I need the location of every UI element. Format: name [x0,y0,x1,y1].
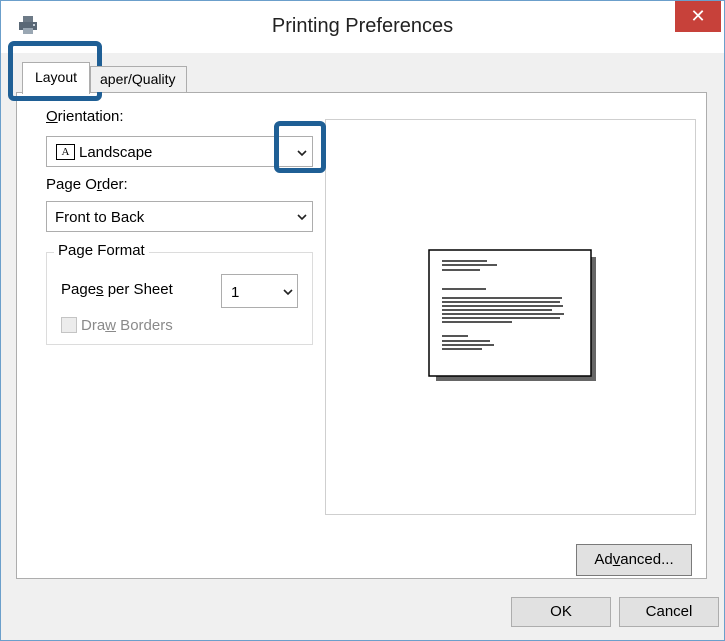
tab-layout[interactable]: Layout [22,62,90,94]
landscape-page-preview-icon [428,249,596,381]
page-order-dropdown[interactable]: Front to Back [46,201,313,232]
draw-borders-label: Draw Borders [81,317,173,334]
pages-per-sheet-dropdown[interactable]: 1 [221,274,298,308]
page-order-value: Front to Back [55,209,145,226]
pages-per-sheet-label: Pages per Sheet [61,281,173,298]
landscape-page-icon: A [56,144,75,160]
orientation-dropdown[interactable]: A Landscape [46,136,313,167]
cancel-button[interactable]: Cancel [619,597,719,627]
orientation-dropdown-highlight [274,121,326,173]
title-bar: Printing Preferences ✕ [1,1,724,53]
tab-paper-quality[interactable]: aper/Quality [90,66,187,92]
orientation-label: Orientation: [46,108,124,125]
close-icon: ✕ [690,6,706,26]
page-format-title: Page Format [54,242,149,259]
advanced-button[interactable]: Advanced... [576,544,692,576]
draw-borders-checkbox[interactable] [61,317,77,333]
ok-button[interactable]: OK [511,597,611,627]
window-title: Printing Preferences [271,15,454,37]
close-button[interactable]: ✕ [675,1,721,32]
chevron-down-icon[interactable] [283,287,293,297]
pages-per-sheet-value: 1 [231,284,240,301]
tab-layout-label: Layout [34,69,78,85]
orientation-value: Landscape [79,144,153,161]
page-order-label: Page Order: [46,176,128,193]
tab-paper-quality-label: aper/Quality [100,71,176,87]
chevron-down-icon[interactable] [297,212,307,222]
